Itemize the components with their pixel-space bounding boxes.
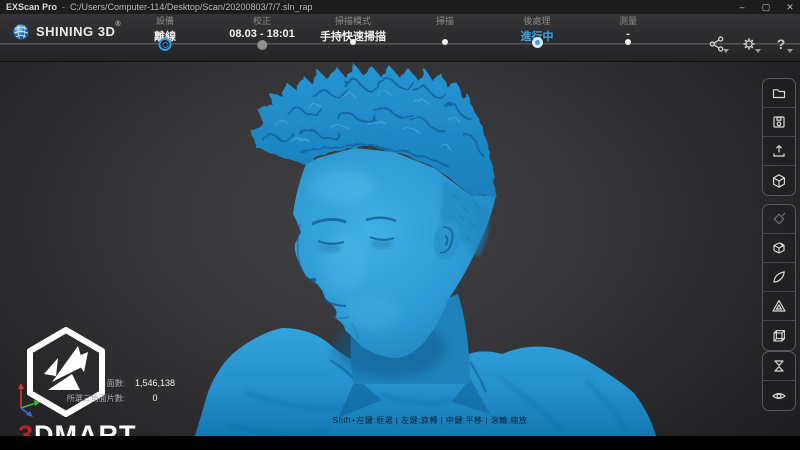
stat-label: 所選三角面片數:	[7, 393, 125, 404]
viewport-3d[interactable]: 3DMART 3D PRINTING SOLUTIONS 面數: 1,546,1…	[0, 62, 800, 436]
title-separator: -	[62, 2, 65, 12]
floppy-save-icon	[771, 114, 787, 130]
toolbar-file-group	[762, 78, 796, 196]
nav-step-measure[interactable]: 測量 -	[619, 14, 637, 62]
nav-step-calibration[interactable]: 校正 08.03 - 18:01	[229, 14, 294, 62]
third-party-button[interactable]	[763, 166, 795, 195]
question-mark: ?	[777, 36, 786, 52]
mouse-hint-text: Shift+左鍵:框選 | 左鍵:旋轉 | 中鍵:平移 | 滾輪:縮放	[0, 415, 800, 426]
stat-label: 面數:	[7, 378, 125, 389]
folder-icon	[771, 85, 787, 101]
mesh-compare-icon	[771, 358, 787, 374]
brand-logo: SHINING 3D®	[12, 23, 121, 41]
export-upload-icon	[771, 143, 787, 159]
visibility-eye-icon	[771, 388, 787, 404]
top-icon-group: ?	[706, 34, 792, 54]
simplify-mesh-button[interactable]	[763, 292, 795, 321]
minimize-button[interactable]: –	[736, 0, 748, 14]
brand-name: SHINING 3D	[36, 24, 115, 39]
fill-pour-button[interactable]	[763, 205, 795, 234]
project-path: C:/Users/Computer-114/Desktop/Scan/20200…	[70, 2, 312, 12]
frame-cube-button[interactable]	[763, 321, 795, 350]
nav-step-postprocess[interactable]: 後處理 進行中	[521, 14, 554, 62]
shining3d-globe-icon	[12, 23, 30, 41]
brand-reg: ®	[115, 21, 120, 28]
step-node-done[interactable]	[257, 40, 267, 50]
toolbar-edit-group	[762, 204, 796, 351]
save-button[interactable]	[763, 108, 795, 137]
nav-step-scan[interactable]: 掃描	[436, 14, 454, 62]
step-label: 校正	[229, 14, 294, 27]
frame-cube-icon	[771, 328, 787, 344]
export-button[interactable]	[763, 137, 795, 166]
step-label: 掃描	[436, 14, 454, 27]
nav-step-device[interactable]: 設備 離線	[154, 14, 176, 62]
step-label: 設備	[154, 14, 176, 27]
cut-cube-icon	[771, 240, 787, 256]
step-node-idle[interactable]	[625, 39, 631, 45]
fill-pour-icon	[771, 211, 787, 227]
step-label: 測量	[619, 14, 637, 27]
step-value: 08.03 - 18:01	[229, 28, 294, 40]
surface-patch-icon	[771, 269, 787, 285]
nav-bar: SHINING 3D® 設備 離線 校正 08.03 - 18:01 掃描模式 …	[0, 14, 800, 62]
app-name: EXScan Pro	[6, 2, 57, 12]
dropdown-caret-icon	[723, 49, 729, 53]
step-label: 掃描模式	[320, 14, 386, 27]
progress-track	[0, 43, 800, 45]
share-icon[interactable]	[706, 34, 728, 54]
exscan-window: EXScan Pro - C:/Users/Computer-114/Deskt…	[0, 0, 800, 450]
surface-patch-button[interactable]	[763, 263, 795, 292]
maximize-button[interactable]: ▢	[760, 0, 772, 14]
title-bar: EXScan Pro - C:/Users/Computer-114/Deskt…	[0, 0, 800, 14]
simplify-triangle-icon	[771, 298, 787, 314]
bottom-black-strip	[0, 436, 800, 450]
stat-value: 1,546,138	[125, 378, 185, 389]
stat-face-count: 面數: 1,546,138	[0, 378, 185, 389]
step-label: 後處理	[521, 14, 554, 27]
step-node-active[interactable]	[532, 37, 543, 48]
dropdown-caret-icon	[787, 49, 793, 53]
mesh-stats: 面數: 1,546,138 所選三角面片數: 0	[0, 378, 185, 408]
stat-value: 0	[125, 393, 185, 404]
open-project-button[interactable]	[763, 79, 795, 108]
toolbar-view-group	[762, 351, 796, 411]
step-node-device[interactable]	[159, 38, 172, 51]
close-button[interactable]: ✕	[784, 0, 796, 14]
window-controls: – ▢ ✕	[736, 0, 796, 14]
step-node-idle[interactable]	[350, 39, 356, 45]
gear-icon[interactable]	[738, 34, 760, 54]
dropdown-caret-icon	[755, 49, 761, 53]
visibility-button[interactable]	[763, 381, 795, 410]
cut-cube-button[interactable]	[763, 234, 795, 263]
stat-selected-triangles: 所選三角面片數: 0	[0, 393, 185, 404]
cube-sphere-icon	[771, 173, 787, 189]
step-node-idle[interactable]	[442, 39, 448, 45]
nav-step-scan-mode[interactable]: 掃描模式 手持快速掃描	[320, 14, 386, 62]
mesh-compare-button[interactable]	[763, 352, 795, 381]
help-icon[interactable]: ?	[770, 34, 792, 54]
